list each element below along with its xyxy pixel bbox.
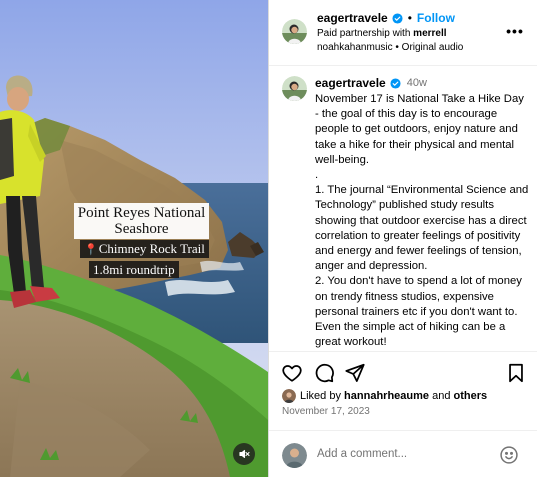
- partnership-prefix: Paid partnership with: [317, 28, 411, 39]
- avatar-image: [282, 76, 307, 101]
- likes-summary: Liked by hannahrheaume and others: [282, 389, 487, 403]
- add-comment-input[interactable]: [317, 445, 497, 463]
- comment-bubble-icon: [315, 363, 334, 383]
- verified-badge-icon: [392, 12, 403, 24]
- overlay-trail-label: Chimney Rock Trail: [98, 241, 205, 256]
- liked-by-user[interactable]: hannahrheaume: [344, 390, 429, 402]
- caption-time-ago[interactable]: 40w: [407, 77, 427, 89]
- post-date[interactable]: November 17, 2023: [282, 406, 370, 417]
- caption-area[interactable]: eagertravele 40w November 17 is National…: [269, 67, 537, 351]
- comment-bar: [269, 430, 537, 477]
- verified-badge-icon: [390, 77, 401, 89]
- avatar-image: [282, 443, 307, 468]
- overlay-distance: 1.8mi roundtrip: [89, 261, 179, 278]
- post-details-panel: eagertravele • Follow Paid partnership w…: [269, 0, 537, 477]
- pin-icon: 📍: [84, 244, 98, 256]
- current-user-avatar: [282, 443, 307, 468]
- liked-by-others[interactable]: others: [454, 390, 488, 402]
- follow-button[interactable]: Follow: [417, 11, 455, 25]
- avatar-image: [282, 19, 307, 44]
- caption-username[interactable]: eagertravele: [315, 76, 386, 90]
- save-button[interactable]: [505, 362, 527, 384]
- caption-avatar[interactable]: [282, 76, 307, 101]
- post-media[interactable]: Point Reyes National Seashore 📍Chimney R…: [0, 0, 268, 477]
- partner-name[interactable]: merrell: [413, 28, 446, 39]
- liked-by-prefix: Liked by: [300, 390, 341, 402]
- bookmark-icon: [509, 363, 523, 383]
- paper-plane-icon: [345, 363, 365, 382]
- heart-icon: [282, 365, 302, 382]
- liked-by-and: and: [432, 390, 451, 402]
- mute-button[interactable]: [233, 443, 255, 465]
- emoji-button[interactable]: [499, 445, 519, 465]
- audio-attribution[interactable]: noahkahanmusic • Original audio: [317, 42, 463, 53]
- overlay-trail-name: 📍Chimney Rock Trail: [80, 240, 209, 258]
- more-options-button[interactable]: •••: [505, 22, 525, 42]
- speaker-muted-icon: [239, 449, 250, 459]
- paid-partnership: Paid partnership with merrell: [317, 28, 447, 39]
- avatar[interactable]: [282, 19, 307, 44]
- smiley-icon: [500, 446, 518, 464]
- header-user-row: eagertravele • Follow: [317, 11, 455, 25]
- like-button[interactable]: [281, 362, 303, 384]
- dot-separator: •: [407, 11, 412, 25]
- caption-text: November 17 is National Take a Hike Day …: [315, 93, 529, 349]
- avatar-image: [282, 389, 296, 403]
- post-header: eagertravele • Follow Paid partnership w…: [269, 0, 537, 66]
- header-username[interactable]: eagertravele: [317, 11, 388, 25]
- liker-avatar[interactable]: [282, 389, 296, 403]
- share-button[interactable]: [344, 362, 366, 384]
- post-actions: Liked by hannahrheaume and others Novemb…: [269, 351, 537, 441]
- caption-author-row: eagertravele 40w: [315, 76, 427, 90]
- overlay-location-title: Point Reyes National Seashore: [74, 203, 209, 239]
- comment-button[interactable]: [313, 362, 335, 384]
